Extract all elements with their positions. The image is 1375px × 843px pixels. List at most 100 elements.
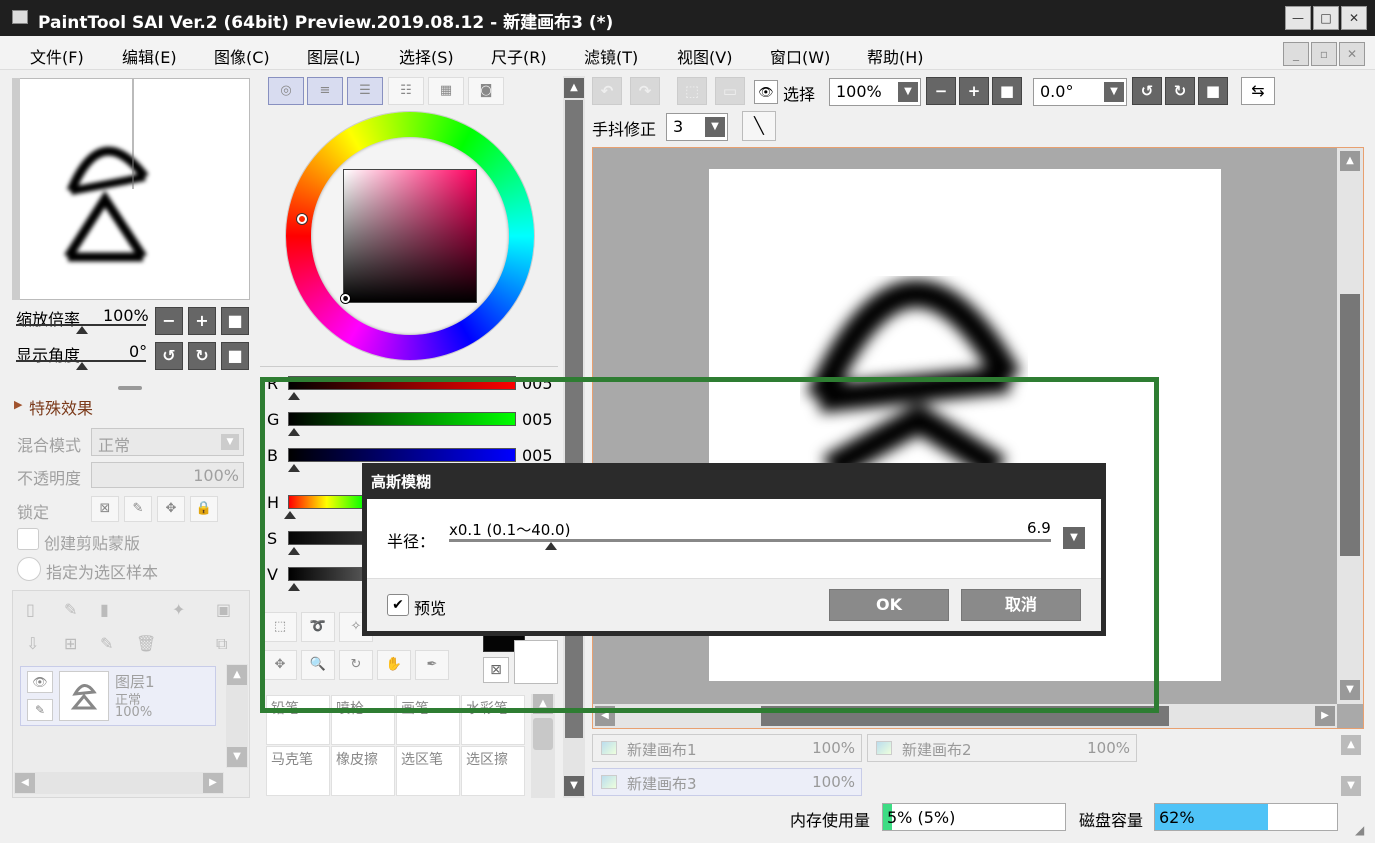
new-mask-icon[interactable]: ▣ bbox=[216, 600, 231, 619]
brush-eraser[interactable]: 橡皮擦 bbox=[331, 746, 395, 796]
deselect-button[interactable]: ⬚ bbox=[677, 77, 707, 105]
rotate-reset-button[interactable]: ■ bbox=[221, 342, 249, 370]
resize-grip-icon[interactable]: ◢ bbox=[1355, 823, 1364, 837]
duplicate-layer-icon[interactable]: ⧉ bbox=[216, 634, 227, 654]
clear-layer-icon[interactable]: ✎ bbox=[100, 634, 113, 653]
lock-paint-icon[interactable]: ✎ bbox=[124, 496, 152, 522]
canvas-tab-1[interactable]: 新建画布1 100% bbox=[592, 734, 862, 762]
layer-scroll-down[interactable]: ▼ bbox=[227, 747, 247, 767]
canvas-scroll-down[interactable]: ▼ bbox=[1340, 680, 1360, 700]
delete-layer-icon[interactable]: 🗑 bbox=[136, 634, 156, 653]
rgb-slider-tab[interactable]: ≡ bbox=[307, 77, 343, 105]
menu-file[interactable]: 文件(F) bbox=[30, 44, 84, 68]
angle-combo[interactable]: 0.0° ▼ bbox=[1033, 78, 1127, 106]
brush-marker[interactable]: 马克笔 bbox=[266, 746, 330, 796]
menu-filter[interactable]: 滤镜(T) bbox=[584, 44, 638, 68]
opacity-slider[interactable]: 100% bbox=[91, 462, 244, 488]
menu-ruler[interactable]: 尺子(R) bbox=[491, 44, 547, 68]
doc-restore-button[interactable]: ▫ bbox=[1311, 42, 1337, 66]
new-folder-icon[interactable]: ▮ bbox=[100, 600, 109, 619]
angle-slider-thumb[interactable] bbox=[76, 362, 88, 370]
hue-ring-marker[interactable] bbox=[297, 214, 307, 224]
preview-checkbox[interactable]: ✔ bbox=[387, 594, 409, 616]
clip-mask-checkbox[interactable] bbox=[17, 528, 39, 550]
layer-item[interactable]: 👁 ✎ 图层1 正常 100% bbox=[20, 666, 216, 726]
lock-transparency-icon[interactable]: ⊠ bbox=[91, 496, 119, 522]
effects-expand-icon[interactable]: ▶ bbox=[14, 398, 22, 411]
menu-image[interactable]: 图像(C) bbox=[214, 44, 270, 68]
chevron-down-icon[interactable]: ▼ bbox=[705, 117, 725, 137]
canvas-zoom-out-button[interactable]: − bbox=[926, 77, 956, 105]
canvas-rotate-reset-button[interactable]: ■ bbox=[1198, 77, 1228, 105]
close-button[interactable]: ✕ bbox=[1341, 6, 1367, 30]
chevron-down-icon[interactable]: ▼ bbox=[1104, 82, 1124, 102]
eye-icon[interactable]: 👁 bbox=[754, 80, 778, 104]
radius-slider-thumb[interactable] bbox=[545, 542, 557, 550]
canvas-tab-3[interactable]: 新建画布3 100% bbox=[592, 768, 862, 796]
blend-mode-select[interactable]: 正常 ▼ bbox=[91, 428, 244, 456]
navigator-scrollbar-left[interactable] bbox=[12, 78, 20, 300]
color-mixer-tab[interactable]: ☷ bbox=[388, 77, 424, 105]
lock-move-icon[interactable]: ✥ bbox=[157, 496, 185, 522]
navigator-preview[interactable] bbox=[12, 78, 250, 300]
ok-button[interactable]: OK bbox=[829, 589, 949, 621]
invert-selection-button[interactable]: ▭ bbox=[715, 77, 745, 105]
eye-icon[interactable]: 👁 bbox=[27, 671, 53, 693]
menu-edit[interactable]: 编辑(E) bbox=[122, 44, 177, 68]
line-tool-button[interactable]: ╲ bbox=[742, 111, 776, 141]
layer-list-hscrollbar[interactable] bbox=[14, 772, 224, 794]
stabilizer-combo[interactable]: 3 ▼ bbox=[666, 113, 728, 141]
tabs-scroll-down[interactable]: ▼ bbox=[1341, 776, 1361, 796]
rotate-ccw-button[interactable]: ↺ bbox=[155, 342, 183, 370]
radius-dropdown-button[interactable]: ▼ bbox=[1063, 527, 1085, 549]
canvas-rotate-ccw-button[interactable]: ↺ bbox=[1132, 77, 1162, 105]
color-wheel[interactable] bbox=[286, 112, 534, 360]
sv-marker[interactable] bbox=[341, 294, 350, 303]
zoom-in-button[interactable]: + bbox=[188, 307, 216, 335]
zoom-reset-button[interactable]: ■ bbox=[221, 307, 249, 335]
zoom-out-button[interactable]: − bbox=[155, 307, 183, 335]
hsv-slider-tab[interactable]: ☰ bbox=[347, 77, 383, 105]
menu-window[interactable]: 窗口(W) bbox=[770, 44, 830, 68]
canvas-scroll-up[interactable]: ▲ bbox=[1340, 151, 1360, 171]
canvas-zoom-reset-button[interactable]: ■ bbox=[992, 77, 1022, 105]
canvas-zoom-in-button[interactable]: + bbox=[959, 77, 989, 105]
doc-close-button[interactable]: ✕ bbox=[1339, 42, 1365, 66]
zoom-slider-thumb[interactable] bbox=[76, 326, 88, 334]
clip-mask-label[interactable]: 创建剪贴蒙版 bbox=[44, 530, 140, 554]
doc-minimize-button[interactable]: _ bbox=[1283, 42, 1309, 66]
pencil-icon[interactable]: ✎ bbox=[27, 699, 53, 721]
swatches-tab[interactable]: ▦ bbox=[428, 77, 464, 105]
zoom-combo[interactable]: 100% ▼ bbox=[829, 78, 921, 106]
flip-horizontal-button[interactable]: ⇆ bbox=[1241, 77, 1275, 105]
panel-scroll-down[interactable]: ▼ bbox=[564, 776, 584, 796]
minimize-button[interactable]: — bbox=[1285, 6, 1311, 30]
undo-button[interactable]: ↶ bbox=[592, 77, 622, 105]
maximize-button[interactable]: □ bbox=[1313, 6, 1339, 30]
layer-scroll-up[interactable]: ▲ bbox=[227, 665, 247, 685]
selection-sample-radio[interactable] bbox=[17, 557, 41, 581]
menu-layer[interactable]: 图层(L) bbox=[307, 44, 360, 68]
rotate-cw-button[interactable]: ↻ bbox=[188, 342, 216, 370]
canvas-tab-2[interactable]: 新建画布2 100% bbox=[867, 734, 1137, 762]
new-vector-layer-icon[interactable]: ✎ bbox=[64, 600, 77, 619]
new-layer-icon[interactable]: ▯ bbox=[26, 600, 35, 619]
lock-all-icon[interactable]: 🔒 bbox=[190, 496, 218, 522]
brush-select-eraser[interactable]: 选区擦 bbox=[461, 746, 525, 796]
canvas-vscroll-thumb[interactable] bbox=[1340, 294, 1360, 556]
chevron-down-icon[interactable]: ▼ bbox=[898, 82, 918, 102]
brush-select-pen[interactable]: 选区笔 bbox=[396, 746, 460, 796]
radius-slider[interactable] bbox=[449, 539, 1051, 542]
color-wheel-tab[interactable]: ◎ bbox=[268, 77, 304, 105]
saturation-value-square[interactable] bbox=[343, 169, 477, 303]
effects-label[interactable]: 特殊效果 bbox=[29, 395, 93, 419]
redo-button[interactable]: ↷ bbox=[630, 77, 660, 105]
menu-help[interactable]: 帮助(H) bbox=[867, 44, 924, 68]
scratchpad-tab[interactable]: ◙ bbox=[468, 77, 504, 105]
menu-view[interactable]: 视图(V) bbox=[677, 44, 732, 68]
panel-scroll-up[interactable]: ▲ bbox=[564, 78, 584, 98]
layer-scroll-left[interactable]: ◀ bbox=[15, 773, 35, 793]
tabs-scroll-up[interactable]: ▲ bbox=[1341, 735, 1361, 755]
selection-sample-label[interactable]: 指定为选区样本 bbox=[46, 559, 158, 583]
layer-effect-icon[interactable]: ✦ bbox=[172, 600, 185, 619]
